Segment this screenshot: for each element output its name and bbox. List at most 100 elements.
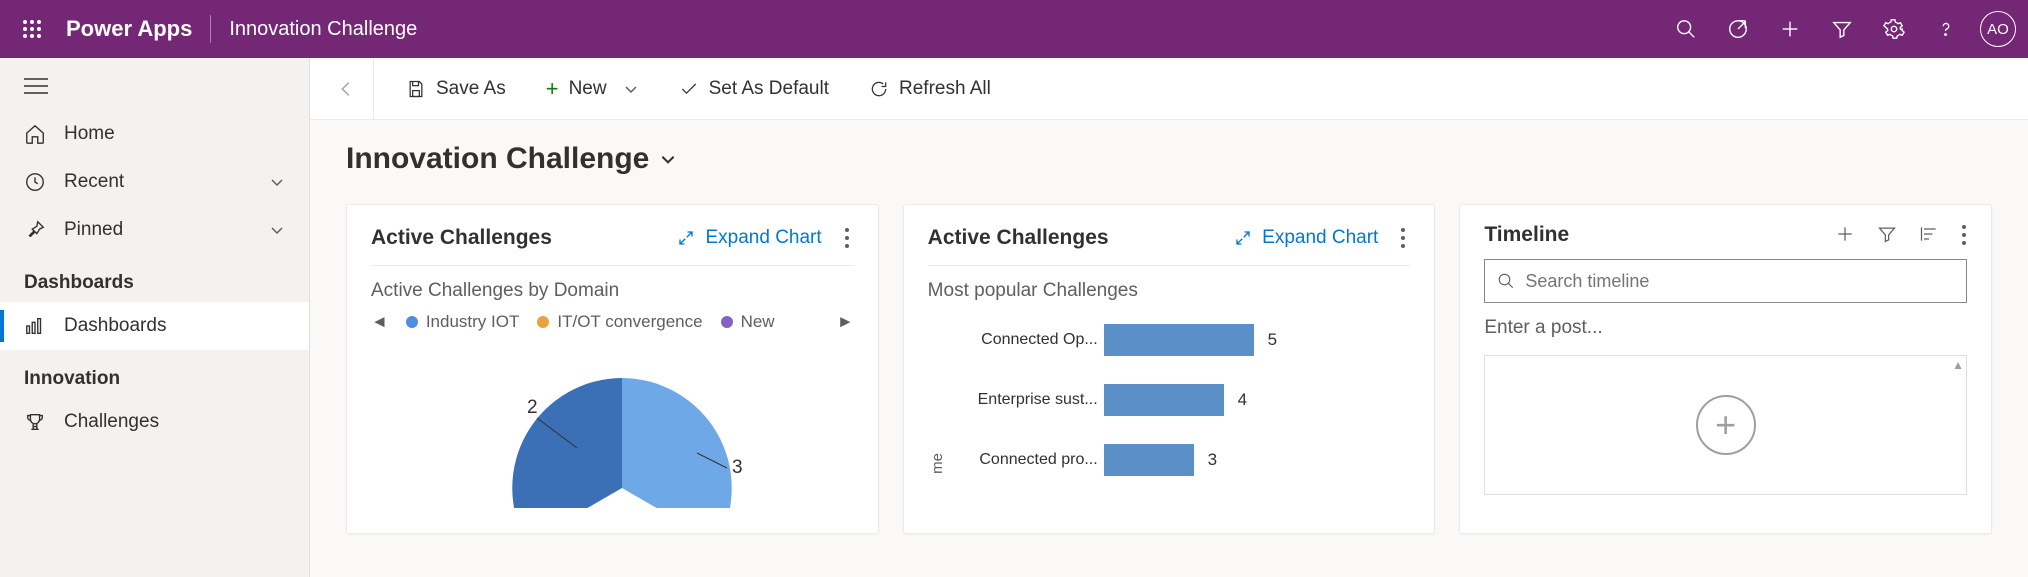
legend-label: New bbox=[741, 312, 775, 332]
bar-row: Enterprise sust... 4 bbox=[958, 384, 1411, 416]
bar-label: Connected pro... bbox=[958, 451, 1098, 469]
search-icon bbox=[1497, 272, 1515, 290]
chevron-down-icon bbox=[269, 222, 285, 238]
legend-item[interactable]: IT/OT convergence bbox=[537, 312, 702, 332]
expand-label: Expand Chart bbox=[1262, 227, 1378, 249]
bar-value: 4 bbox=[1238, 390, 1247, 410]
help-icon[interactable] bbox=[1922, 5, 1970, 53]
clock-icon bbox=[24, 171, 46, 193]
timeline-title: Timeline bbox=[1484, 223, 1569, 247]
page-title: Innovation Challenge bbox=[346, 142, 649, 176]
bar-label: Enterprise sust... bbox=[958, 391, 1098, 409]
timeline-add-icon[interactable] bbox=[1835, 224, 1855, 246]
plus-icon: + bbox=[546, 76, 559, 102]
chart-subtitle: Most popular Challenges bbox=[928, 280, 1411, 302]
view-selector[interactable]: Innovation Challenge bbox=[346, 142, 1992, 176]
legend-prev-icon[interactable]: ◄ bbox=[371, 312, 388, 332]
expand-icon bbox=[677, 229, 695, 247]
y-axis-label: me bbox=[929, 453, 946, 474]
set-default-button[interactable]: Set As Default bbox=[663, 68, 845, 110]
gear-icon[interactable] bbox=[1870, 5, 1918, 53]
chart-card-2: Active Challenges Expand Chart Most popu… bbox=[903, 204, 1436, 534]
sidebar-item-challenges[interactable]: Challenges bbox=[0, 398, 309, 446]
app-launcher-icon[interactable] bbox=[12, 9, 52, 49]
card-title: Active Challenges bbox=[371, 226, 552, 250]
timeline-enter-post[interactable]: Enter a post... bbox=[1484, 317, 1967, 339]
sidebar-item-pinned[interactable]: Pinned bbox=[0, 206, 309, 254]
timeline-sort-icon[interactable] bbox=[1919, 224, 1939, 246]
legend-label: IT/OT convergence bbox=[557, 312, 702, 332]
timeline-card: Timeline Enter a post... bbox=[1459, 204, 1992, 534]
chart-legend: ◄ Industry IOT IT/OT convergence New ► bbox=[371, 312, 854, 332]
avatar-initials: AO bbox=[1987, 21, 2009, 38]
legend-swatch bbox=[406, 316, 418, 328]
sidebar-item-label: Recent bbox=[64, 171, 124, 193]
filter-icon[interactable] bbox=[1818, 5, 1866, 53]
sidebar-item-label: Dashboards bbox=[64, 315, 166, 337]
card-title: Active Challenges bbox=[928, 226, 1109, 250]
header-page-name: Innovation Challenge bbox=[229, 18, 417, 41]
home-icon bbox=[24, 123, 46, 145]
sidebar-item-label: Pinned bbox=[64, 219, 123, 241]
expand-chart-button[interactable]: Expand Chart bbox=[677, 227, 821, 249]
bar-value: 3 bbox=[1208, 450, 1217, 470]
sidebar-item-dashboards[interactable]: Dashboards bbox=[0, 302, 309, 350]
timeline-search[interactable] bbox=[1484, 259, 1967, 303]
bar-chart: Connected Op... 5 Enterprise sust... 4 C… bbox=[948, 312, 1411, 476]
timeline-body: ▲ + bbox=[1484, 355, 1967, 495]
expand-chart-button[interactable]: Expand Chart bbox=[1234, 227, 1378, 249]
bar-value: 5 bbox=[1268, 330, 1277, 350]
legend-item[interactable]: New bbox=[721, 312, 775, 332]
timeline-more-icon[interactable] bbox=[1961, 224, 1967, 246]
sidebar-section-innovation: Innovation bbox=[0, 350, 309, 398]
sidebar-item-recent[interactable]: Recent bbox=[0, 158, 309, 206]
legend-swatch bbox=[721, 316, 733, 328]
back-button[interactable] bbox=[318, 58, 374, 120]
pie-chart: 2 3 bbox=[371, 338, 854, 508]
save-icon bbox=[406, 79, 426, 99]
chart-subtitle: Active Challenges by Domain bbox=[371, 280, 854, 302]
refresh-icon bbox=[869, 79, 889, 99]
legend-next-icon[interactable]: ► bbox=[837, 312, 854, 332]
expand-icon bbox=[1234, 229, 1252, 247]
chevron-down-icon bbox=[623, 81, 639, 97]
chevron-down-icon bbox=[659, 150, 677, 168]
bar-row: Connected Op... 5 bbox=[958, 324, 1411, 356]
refresh-all-button[interactable]: Refresh All bbox=[853, 68, 1007, 110]
save-as-button[interactable]: Save As bbox=[390, 68, 522, 110]
legend-item[interactable]: Industry IOT bbox=[406, 312, 520, 332]
search-icon[interactable] bbox=[1662, 5, 1710, 53]
app-header: Power Apps Innovation Challenge AO bbox=[0, 0, 2028, 58]
sidebar-item-label: Home bbox=[64, 123, 115, 145]
command-label: Set As Default bbox=[709, 78, 829, 100]
add-icon[interactable] bbox=[1766, 5, 1814, 53]
sidebar-toggle[interactable] bbox=[0, 62, 309, 110]
command-label: New bbox=[569, 78, 607, 100]
more-icon[interactable] bbox=[840, 223, 854, 253]
timeline-filter-icon[interactable] bbox=[1877, 224, 1897, 246]
task-icon[interactable] bbox=[1714, 5, 1762, 53]
command-label: Save As bbox=[436, 78, 506, 100]
pie-label: 3 bbox=[732, 457, 743, 478]
sidebar-item-label: Challenges bbox=[64, 411, 159, 433]
sidebar-section-dashboards: Dashboards bbox=[0, 254, 309, 302]
chart-card-1: Active Challenges Expand Chart Active Ch… bbox=[346, 204, 879, 534]
legend-label: Industry IOT bbox=[426, 312, 520, 332]
pin-icon bbox=[24, 219, 46, 241]
check-icon bbox=[679, 79, 699, 99]
trophy-icon bbox=[24, 411, 46, 433]
user-avatar[interactable]: AO bbox=[1980, 11, 2016, 47]
timeline-add-button[interactable]: + bbox=[1696, 395, 1756, 455]
scroll-up-icon[interactable]: ▲ bbox=[1952, 358, 1964, 372]
bar-label: Connected Op... bbox=[958, 331, 1098, 349]
timeline-search-input[interactable] bbox=[1525, 271, 1954, 292]
command-label: Refresh All bbox=[899, 78, 991, 100]
app-name[interactable]: Power Apps bbox=[66, 16, 192, 42]
more-icon[interactable] bbox=[1396, 223, 1410, 253]
new-button[interactable]: + New bbox=[530, 68, 655, 110]
command-bar: Save As + New Set As Default Refresh All bbox=[310, 58, 2028, 120]
dashboard-icon bbox=[24, 315, 46, 337]
sidebar: Home Recent Pinned Dashboards Dashboards… bbox=[0, 58, 310, 577]
legend-swatch bbox=[537, 316, 549, 328]
sidebar-item-home[interactable]: Home bbox=[0, 110, 309, 158]
